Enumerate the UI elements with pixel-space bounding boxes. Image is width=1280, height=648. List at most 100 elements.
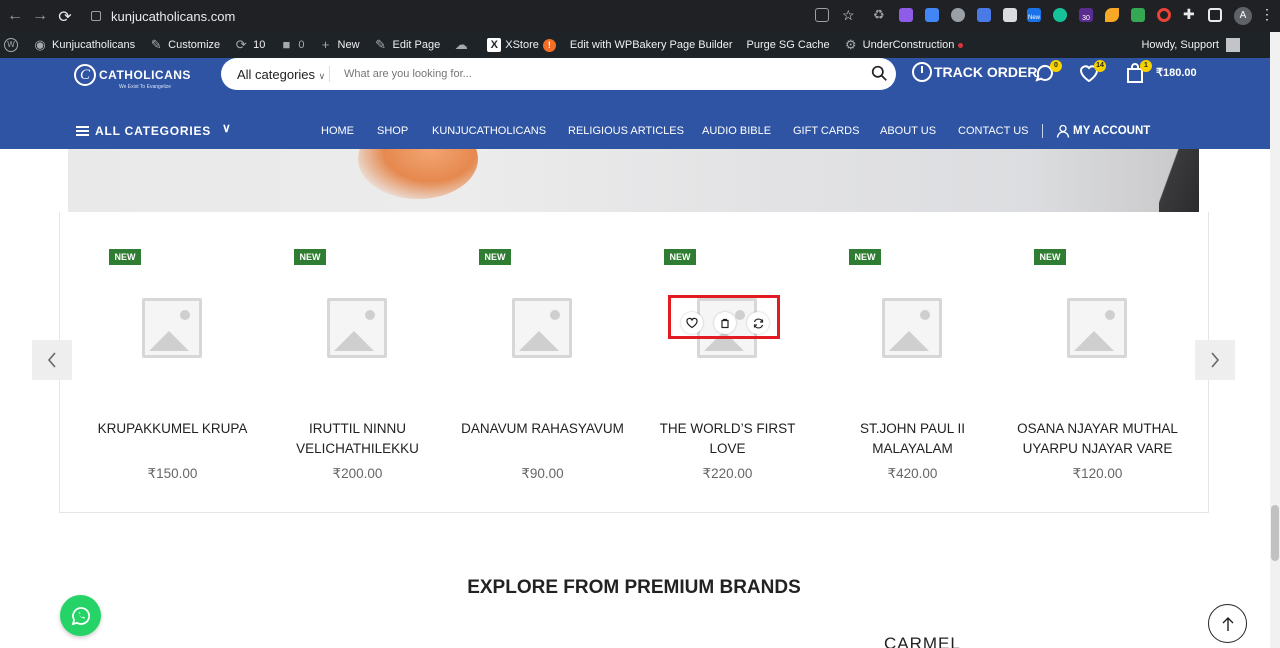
placeholder-image-icon[interactable] <box>512 298 572 358</box>
arrow-up-icon <box>1222 616 1233 631</box>
product-card[interactable]: NEW IRUTTIL NINNU VELICHATHILEKKU ₹200.0… <box>270 212 445 492</box>
adminbar-xstore[interactable]: X XStore ! <box>487 38 556 52</box>
track-order-label: TRACK ORDER <box>934 64 1038 80</box>
menu-item-about-us[interactable]: ABOUT US <box>880 125 936 137</box>
adminbar-site-name[interactable]: ◉ Kunjucatholicans <box>33 38 135 52</box>
wishlist-button[interactable]: 14 <box>1078 60 1106 89</box>
menu-item-home[interactable]: HOME <box>321 125 354 137</box>
add-to-wishlist-button[interactable] <box>681 312 703 334</box>
menu-item-shop[interactable]: SHOP <box>377 125 408 137</box>
track-order-link[interactable]: TRACK ORDER <box>912 62 1037 82</box>
placeholder-image-icon[interactable] <box>142 298 202 358</box>
adminbar-comments[interactable]: ■ 0 <box>279 38 304 52</box>
search-category-select[interactable]: All categories ∨ <box>221 67 329 82</box>
product-card[interactable]: NEW THE WORLD’S FIRST LOVE ₹220.00 <box>640 212 815 492</box>
purge-label: Purge SG Cache <box>746 39 830 51</box>
hamburger-icon <box>76 126 89 136</box>
adminbar-under-construction[interactable]: ⚙ UnderConstruction <box>844 38 964 52</box>
product-title[interactable]: OSANA NJAYAR MUTHAL UYARPU NJAYAR VARE <box>1010 419 1185 459</box>
menu-item-gift-cards[interactable]: GIFT CARDS <box>793 125 859 137</box>
back-icon[interactable]: ← <box>2 7 28 25</box>
extension-leaf-icon[interactable] <box>1105 8 1119 22</box>
extension-recycle-icon[interactable]: ♻ <box>873 7 887 22</box>
bookmark-star-icon[interactable]: ☆ <box>842 7 856 23</box>
adminbar-howdy[interactable]: Howdy, Support <box>1141 38 1240 52</box>
forward-icon[interactable]: → <box>27 7 53 25</box>
clock-icon <box>912 62 932 82</box>
search-icon[interactable] <box>871 65 888 82</box>
product-title[interactable]: IRUTTIL NINNU VELICHATHILEKKU <box>270 419 445 459</box>
extensions-puzzle-icon[interactable]: ✚ <box>1183 6 1197 22</box>
product-title[interactable]: ST.JOHN PAUL II MALAYALAM <box>825 419 1000 459</box>
section-title: EXPLORE FROM PREMIUM BRANDS <box>467 577 801 598</box>
product-price: ₹220.00 <box>702 466 753 481</box>
howdy-label: Howdy, Support <box>1141 38 1219 51</box>
chevron-down-icon: ∨ <box>222 121 232 135</box>
profile-avatar[interactable]: A <box>1234 7 1252 25</box>
banner-hand-graphic <box>358 149 478 199</box>
product-card[interactable]: NEW ST.JOHN PAUL II MALAYALAM ₹420.00 <box>825 212 1000 492</box>
all-categories-label: ALL CATEGORIES <box>95 124 212 138</box>
adminbar-purge-cache[interactable]: Purge SG Cache <box>747 39 830 51</box>
product-card[interactable]: NEW DANAVUM RAHASYAVUM ₹90.00 <box>455 212 630 492</box>
back-to-top-button[interactable] <box>1208 604 1247 643</box>
product-title[interactable]: DANAVUM RAHASYAVUM <box>455 419 630 439</box>
placeholder-image-icon[interactable] <box>327 298 387 358</box>
extension-chrome-icon[interactable] <box>1157 8 1171 22</box>
adminbar-performance[interactable]: ☁ <box>454 38 473 52</box>
menu-item-kunjucatholicans[interactable]: KUNJUCATHOLICANS <box>432 125 546 137</box>
compare-button[interactable] <box>747 312 769 334</box>
extension-new-icon[interactable]: New <box>1027 8 1041 22</box>
site-logo[interactable]: C CATHOLICANS We Exist To Evangelize <box>74 64 191 90</box>
sidepanel-icon[interactable] <box>1208 8 1222 22</box>
all-categories-toggle[interactable]: ALL CATEGORIES ∨ <box>76 121 231 138</box>
wp-logo-item[interactable]: W <box>4 38 23 52</box>
adminbar-edit-page[interactable]: ✎ Edit Page <box>374 38 440 52</box>
product-title[interactable]: THE WORLD’S FIRST LOVE <box>640 419 815 459</box>
placeholder-image-icon[interactable] <box>882 298 942 358</box>
extension-translate-icon[interactable] <box>977 8 991 22</box>
compare-button[interactable]: 0 <box>1034 60 1062 89</box>
brand-logo-text[interactable]: CARMEL <box>884 634 961 648</box>
placeholder-image-icon[interactable] <box>1067 298 1127 358</box>
dashboard-icon: ◉ <box>34 37 46 52</box>
adminbar-new[interactable]: + New <box>319 38 360 52</box>
new-badge: NEW <box>294 249 326 265</box>
extension-pen-icon[interactable] <box>899 8 913 22</box>
menu-item-contact-us[interactable]: CONTACT US <box>958 125 1029 137</box>
product-card[interactable]: NEW KRUPAKKUMEL KRUPA ₹150.00 <box>85 212 260 492</box>
cart-total[interactable]: ₹180.00 <box>1156 66 1197 79</box>
menu-item-audio-bible[interactable]: AUDIO BIBLE <box>702 125 771 137</box>
product-title[interactable]: KRUPAKKUMEL KRUPA <box>85 419 260 439</box>
address-bar[interactable]: kunjucatholicans.com <box>85 4 865 28</box>
adminbar-customize[interactable]: ✎ Customize <box>149 38 220 52</box>
search-category-label: All categories <box>237 66 316 82</box>
product-card[interactable]: NEW OSANA NJAYAR MUTHAL UYARPU NJAYAR VA… <box>1010 212 1185 492</box>
logo-name: CATHOLICANS <box>99 68 191 82</box>
share-icon[interactable] <box>815 8 829 22</box>
extension-counter-icon[interactable]: 30 <box>1079 8 1093 22</box>
whatsapp-icon <box>71 606 90 625</box>
reload-icon[interactable]: ⟳ <box>52 7 78 27</box>
add-to-cart-button[interactable] <box>714 312 736 334</box>
search-input[interactable] <box>330 68 850 80</box>
cart-button[interactable]: 1 <box>1124 60 1152 89</box>
wishlist-count-badge: 14 <box>1094 60 1106 72</box>
whatsapp-button[interactable] <box>60 595 101 636</box>
scrollbar-thumb[interactable] <box>1271 505 1279 561</box>
adminbar-wpbakery[interactable]: Edit with WPBakery Page Builder <box>570 39 733 51</box>
carousel-next-button[interactable] <box>1195 340 1235 380</box>
adminbar-updates[interactable]: ⟳ 10 <box>234 38 266 52</box>
menu-dots-icon[interactable]: ⋮ <box>1260 6 1274 22</box>
menu-item-religious-articles[interactable]: RELIGIOUS ARTICLES <box>568 125 684 137</box>
my-account-link[interactable]: MY ACCOUNT <box>1056 124 1150 138</box>
lock-icon <box>91 11 101 21</box>
bag-icon <box>721 318 729 329</box>
extension-doc-icon[interactable] <box>925 8 939 22</box>
carousel-prev-button[interactable] <box>32 340 72 380</box>
chevron-right-icon <box>1211 352 1220 368</box>
extension-grammarly-icon[interactable] <box>1053 8 1067 22</box>
extension-camera-icon[interactable] <box>1003 8 1017 22</box>
extension-x-icon[interactable] <box>1131 8 1145 22</box>
extension-globe-icon[interactable] <box>951 8 965 22</box>
